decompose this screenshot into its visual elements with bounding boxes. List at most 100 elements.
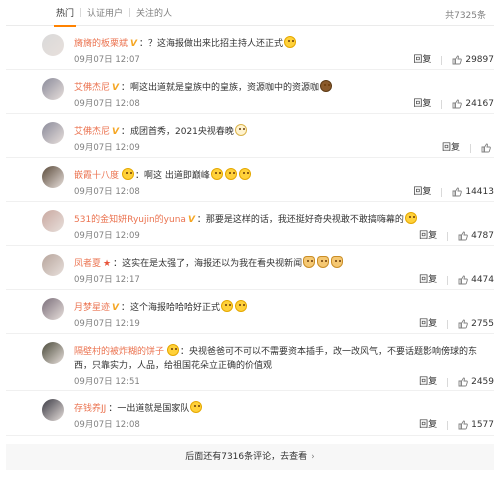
comment-body: 531的金知妍Ryujin的yuna V ：那要是这样的话，我还挺好奇央视敢不敢搞嗨… [74,202,494,227]
colon-separator: ： [138,39,148,49]
comment-username[interactable]: 嵌霞十八度 [74,171,119,181]
comment-username[interactable]: 旖旖的板栗斌 [74,39,128,49]
like-count: 14413 [465,187,494,197]
more-comments-link[interactable]: 后面还有7316条评论，去查看 › [6,444,494,470]
comment-text: 一出道就是国家队 [117,404,190,414]
comment-actions: 回复 4474 [419,271,494,289]
comment-username[interactable]: 存钱养JJ [74,404,106,414]
like-button[interactable]: 4787 [458,227,494,245]
colon-separator: ： [120,303,130,313]
laugh-emoji-icon [404,212,417,224]
comment-text: 这实在是太强了，海报还以为我在看央视新闻 [122,259,303,269]
comment-text: 啊这出道就是皇族中的皇族，资源咖中的资源咖 [130,83,320,93]
avatar[interactable] [42,78,64,100]
avatar[interactable] [42,122,64,144]
comment-username[interactable]: 隔壁村的被炸糊的饼子 [74,347,164,357]
comment-actions: 回复 29897 [413,51,494,69]
comment-text: 啊这 出道即巅峰 [144,171,210,181]
comment-username[interactable]: 凤者夏 [74,259,101,269]
comment-actions: 回复 24167 [413,95,494,113]
comment-meta: 09月07日 12:08 回复 24167 [74,95,494,113]
comment-item: 531的金知妍Ryujin的yuna V ：那要是这样的话，我还挺好奇央视敢不敢搞嗨… [6,202,494,246]
colon-separator: ： [120,83,130,93]
comment-username[interactable]: 月梦星迹 [74,303,110,313]
action-divider [470,143,471,153]
brown-emoji-icon [320,80,333,92]
laugh-emoji-icon [221,300,234,312]
like-count: 4787 [471,231,494,241]
thumbs-up-icon [481,143,491,153]
like-button[interactable]: 14413 [452,183,494,201]
laugh-emoji-icon [224,168,237,180]
avatar[interactable] [42,342,64,364]
action-divider [447,420,449,430]
like-button[interactable] [481,143,494,153]
comment-meta: 09月07日 12:08 回复 1577 [74,416,494,434]
like-count: 24167 [465,99,494,109]
like-count: 2459 [471,377,494,387]
reply-button[interactable]: 回复 [442,139,460,157]
tab-hot[interactable]: 热门 [50,6,80,27]
comment-item: 凤者夏 ★ ：这实在是太强了，海报还以为我在看央视新闻 09月07日 12:17 回复 4… [6,246,494,290]
star-badge-icon: ★ [103,259,112,269]
comment-meta: 09月07日 12:09 回复 4787 [74,227,494,245]
comment-actions: 回复 2755 [419,315,494,333]
reply-button[interactable]: 回复 [419,315,437,333]
comment-actions: 回复 [442,139,494,157]
avatar[interactable] [42,254,64,276]
comment-time: 09月07日 12:09 [74,143,140,153]
comment-panel: 热门 认证用户 关注的人 共7325条 旖旖的板栗斌 V ：？这海报做出来比招主持人… [0,0,500,491]
more-comments-label: 后面还有7316条评论，去查看 [185,452,308,462]
comment-username[interactable]: 艾佛杰尼 [74,83,110,93]
reply-button[interactable]: 回复 [419,416,437,434]
comment-item: 月梦星迹 V ：这个海报哈哈哈好正式 09月07日 12:19 回复 2755 [6,290,494,334]
comment-tabs: 热门 认证用户 关注的人 共7325条 [6,0,494,27]
laugh-emoji-icon [190,401,203,413]
clap-emoji-icon [331,256,344,268]
like-count: 4474 [471,275,494,285]
thumbs-up-icon [452,99,463,109]
like-button[interactable]: 1577 [458,416,494,434]
avatar[interactable] [42,298,64,320]
comment-username[interactable]: 531的金知妍Ryujin的yuna [74,215,186,225]
colon-separator: ： [135,171,145,181]
like-button[interactable]: 24167 [452,95,494,113]
avatar[interactable] [42,34,64,56]
verified-badge-icon: V [187,215,195,225]
avatar[interactable] [42,399,64,421]
action-divider [447,231,449,241]
comment-item: 旖旖的板栗斌 V ：？这海报做出来比招主持人还正式 09月07日 12:07 回复 298… [6,26,494,70]
thumbs-up-icon [458,420,468,430]
comment-actions: 回复 2459 [419,373,494,391]
reply-button[interactable]: 回复 [413,95,431,113]
like-button[interactable]: 2755 [458,315,494,333]
like-button[interactable]: 29897 [452,51,494,69]
like-button[interactable]: 2459 [458,373,494,391]
thumbs-up-icon [458,319,468,329]
member-badge-icon [167,344,180,356]
comment-actions: 回复 14413 [413,183,494,201]
tab-following[interactable]: 关注的人 [130,6,178,19]
comment-body: 隔壁村的被炸糊的饼子 ：央视爸爸可不可以不需要资本插手，改一改风气，不要话题影响傍… [74,334,494,373]
clap-emoji-icon [317,256,330,268]
tab-verified-users[interactable]: 认证用户 [81,6,129,19]
reply-button[interactable]: 回复 [413,183,431,201]
comment-text: 那要是这样的话，我还挺好奇央视敢不敢搞嗨幕的 [205,215,404,225]
reply-button[interactable]: 回复 [419,271,437,289]
reply-button[interactable]: 回复 [413,51,431,69]
thumbs-up-icon [458,231,468,241]
like-button[interactable]: 4474 [458,271,494,289]
thumbs-up-icon [452,55,463,65]
comment-actions: 回复 4787 [419,227,494,245]
avatar[interactable] [42,166,64,188]
reply-button[interactable]: 回复 [419,227,437,245]
colon-separator: ： [120,127,130,137]
comment-username[interactable]: 艾佛杰尼 [74,127,110,137]
reply-button[interactable]: 回复 [419,373,437,391]
verified-badge-icon: V [112,83,119,93]
colon-separator: ： [180,347,190,357]
comment-meta: 09月07日 12:08 回复 14413 [74,183,494,201]
colon-separator: ： [113,259,123,269]
comment-item: 艾佛杰尼 V ：啊这出道就是皇族中的皇族，资源咖中的资源咖 09月07日 12:08 回… [6,70,494,114]
avatar[interactable] [42,210,64,232]
